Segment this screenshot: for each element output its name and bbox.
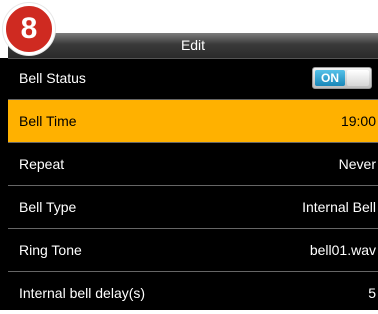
row-internal-bell-delay[interactable]: Internal bell delay(s) 5 — [8, 272, 378, 314]
row-label: Repeat — [19, 156, 65, 172]
row-label: Ring Tone — [19, 242, 82, 258]
row-label: Internal bell delay(s) — [19, 285, 146, 301]
row-value: 5 — [368, 285, 376, 301]
row-value: Internal Bell — [302, 199, 376, 215]
title-bar-strip: Edit — [8, 33, 378, 59]
row-bell-type[interactable]: Bell Type Internal Bell — [8, 186, 378, 229]
row-label: Bell Type — [19, 199, 77, 215]
toggle-knob — [347, 70, 369, 86]
row-ring-tone[interactable]: Ring Tone bell01.wav — [8, 229, 378, 272]
row-value: bell01.wav — [309, 242, 376, 258]
row-bell-time[interactable]: Bell Time 19:00 — [8, 100, 378, 143]
row-label: Bell Time — [19, 113, 77, 129]
row-repeat[interactable]: Repeat Never — [8, 143, 378, 186]
row-value: 19:00 — [340, 113, 376, 129]
bell-status-toggle[interactable]: ON — [312, 67, 372, 89]
device-screen: Edit 8 Bell Status ON Bell Time 19:00 Re… — [0, 0, 378, 310]
title-bar: Edit — [0, 0, 378, 59]
toggle-on-label: ON — [315, 70, 345, 86]
row-bell-status[interactable]: Bell Status ON — [8, 57, 378, 100]
step-number-badge: 8 — [3, 3, 55, 55]
row-value: Never — [338, 156, 376, 172]
page-title: Edit — [180, 37, 206, 53]
row-label: Bell Status — [19, 70, 86, 86]
settings-list: Bell Status ON Bell Time 19:00 Repeat Ne… — [8, 57, 378, 314]
